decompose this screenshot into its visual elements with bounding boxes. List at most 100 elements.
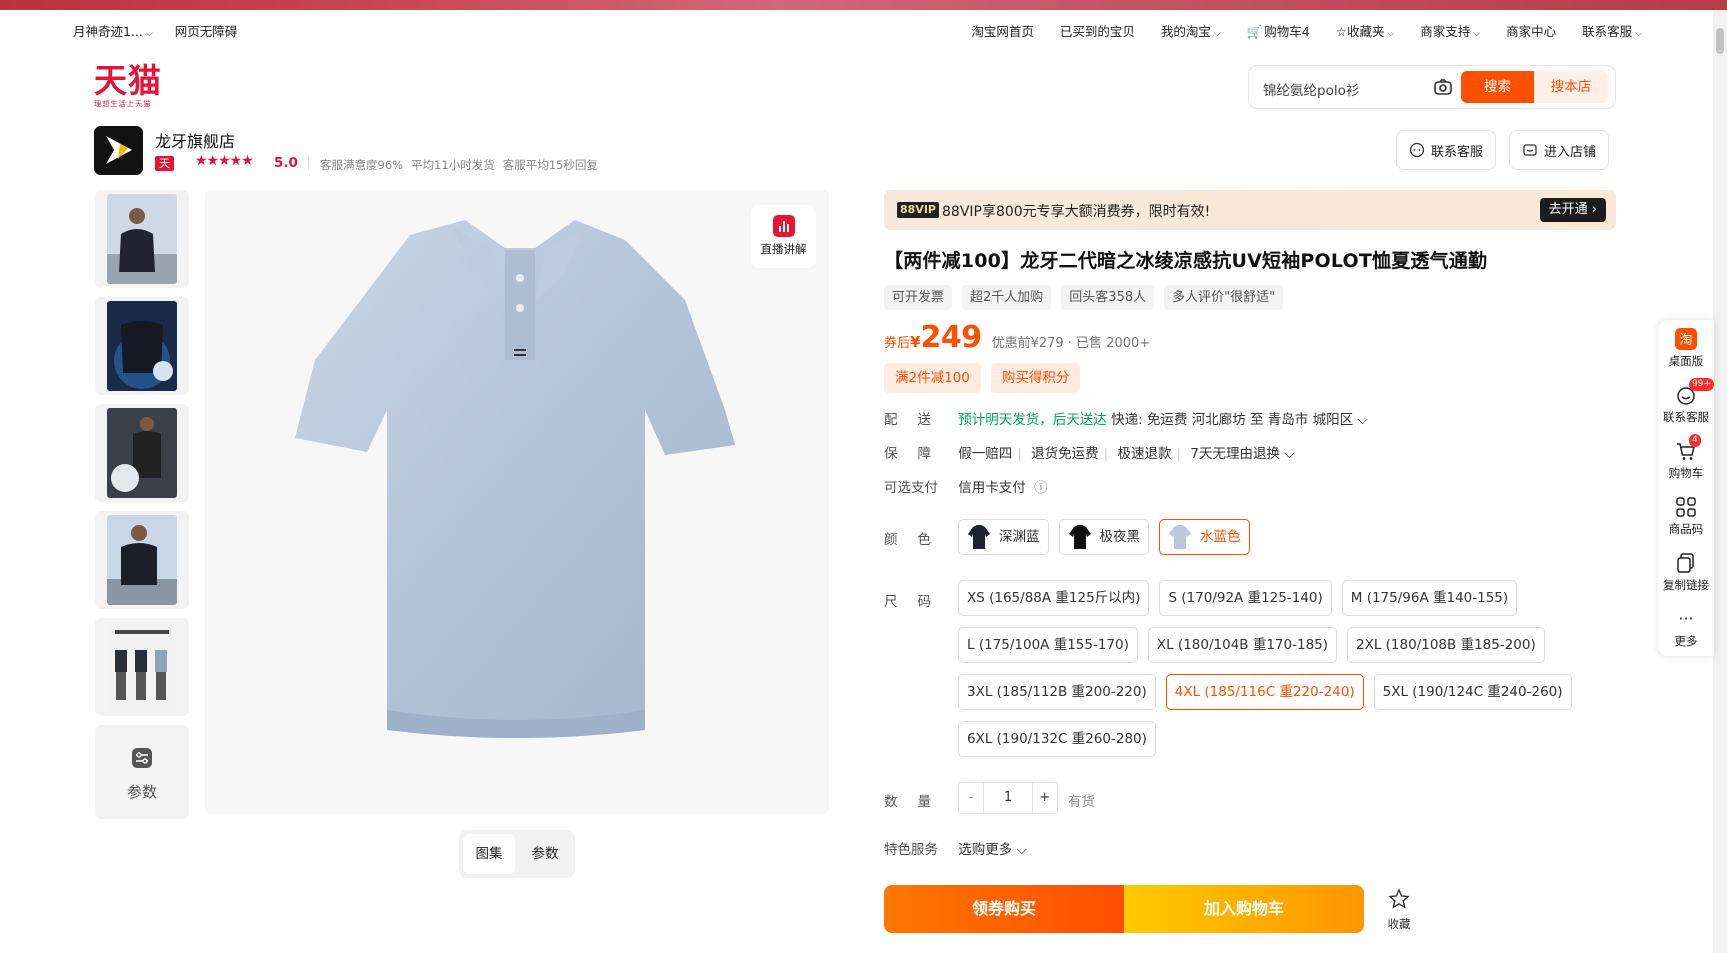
delivery-label: 配送	[884, 412, 951, 428]
size-option[interactable]: L (175/100A 重155-170)	[958, 627, 1138, 663]
cart-badge: 4	[1689, 434, 1701, 447]
color-options: 深渊蓝 极夜黑 水蓝色	[958, 519, 1250, 555]
shop-avatar[interactable]	[94, 126, 143, 175]
customer-service-menu[interactable]: 联系客服 ⌵	[1582, 21, 1642, 40]
tab-params[interactable]: 参数	[519, 834, 571, 874]
search-button[interactable]: 搜索	[1461, 71, 1534, 103]
taobao-home-link[interactable]: 淘宝网首页	[971, 21, 1034, 40]
tag-added-to-cart: 超2千人加购	[962, 285, 1052, 310]
quantity-input[interactable]: 1	[983, 783, 1033, 813]
stock-status: 有货	[1068, 794, 1095, 810]
sidebar-cart[interactable]: 4 购物车	[1658, 434, 1714, 481]
taobao-icon: 淘	[1675, 328, 1697, 350]
purchase-actions: 领券购买 加入购物车	[884, 885, 1364, 933]
tmall-badge: 天猫	[155, 156, 174, 185]
params-button[interactable]: 参数	[95, 725, 189, 819]
scrollbar-thumb[interactable]	[1716, 28, 1724, 54]
delivery-detail[interactable]: 快递: 免运费 河北廊坊 至 青岛市 城阳区 ⌵	[1111, 412, 1368, 428]
tab-gallery[interactable]: 图集	[463, 834, 515, 874]
favorite-button[interactable]: 收藏	[1384, 888, 1414, 932]
search-input[interactable]: 锦纶氨纶polo衫	[1263, 79, 1359, 99]
shop-icon	[1523, 144, 1537, 156]
star-icon	[1388, 888, 1410, 909]
thumbnail-list: 参数	[95, 190, 189, 828]
sliders-icon	[132, 748, 152, 768]
chevron-down-icon: ⌵	[1473, 29, 1481, 39]
quantity-increase-button[interactable]: +	[1033, 783, 1057, 813]
quantity-label: 数量	[884, 794, 951, 810]
payment-row: 可选支付 信用卡支付 ⓘ	[884, 476, 1048, 496]
purchased-link[interactable]: 已买到的宝贝	[1060, 21, 1135, 40]
cart-link[interactable]: 🛒 购物车4	[1247, 21, 1310, 40]
thumbnail-4[interactable]	[95, 511, 189, 609]
chevron-down-icon: ⌵	[145, 29, 153, 39]
live-icon	[772, 215, 795, 237]
color-option[interactable]: 极夜黑	[1058, 519, 1149, 555]
vip-activate-button[interactable]: 去开通 ›	[1539, 198, 1606, 222]
size-options-row-3: 3XL (185/112B 重200-220) 4XL (185/116C 重2…	[958, 674, 1572, 710]
size-option-selected[interactable]: 4XL (185/116C 重220-240)	[1165, 674, 1364, 710]
tag-repeat-buyers[interactable]: 回头客358人	[1061, 285, 1155, 310]
size-option[interactable]: 3XL (185/112B 重200-220)	[958, 674, 1156, 710]
accessibility-link[interactable]: 网页无障碍	[175, 21, 238, 40]
shirt-swatch-icon	[1169, 525, 1191, 549]
size-option[interactable]: 5XL (190/124C 重240-260)	[1373, 674, 1572, 710]
thumbnail-5[interactable]	[95, 618, 189, 716]
quantity-stepper: - 1 +	[958, 782, 1058, 814]
size-option[interactable]: 2XL (180/108B 重185-200)	[1347, 627, 1545, 663]
size-options-row-4: 6XL (190/132C 重260-280)	[958, 721, 1156, 757]
sidebar-copy-link[interactable]: 复制链接	[1658, 552, 1714, 593]
sidebar-customer-service[interactable]: 99+ 联系客服	[1658, 378, 1714, 425]
info-icon[interactable]: ⓘ	[1034, 480, 1048, 496]
shirt-swatch-icon	[968, 525, 990, 549]
main-product-image[interactable]	[205, 190, 829, 814]
delivery-row: 配送 预计明天发货，后天送达 快递: 免运费 河北廊坊 至 青岛市 城阳区 ⌵	[884, 408, 1368, 428]
guarantee-more[interactable]: 7天无理由退换 ⌵	[1190, 446, 1294, 462]
color-option[interactable]: 深渊蓝	[958, 519, 1049, 555]
tag-reviews[interactable]: 多人评价"很舒适"	[1164, 285, 1284, 310]
sidebar-product-code[interactable]: 商品码	[1658, 496, 1714, 537]
thumbnail-3[interactable]	[95, 404, 189, 502]
sidebar-more[interactable]: ··· 更多	[1658, 608, 1714, 649]
size-option[interactable]: 6XL (190/132C 重260-280)	[958, 721, 1156, 757]
live-explain-button[interactable]: 直播讲解	[751, 205, 816, 268]
size-option[interactable]: M (175/96A 重140-155)	[1341, 580, 1518, 616]
chevron-down-icon: ⌵	[1213, 29, 1221, 39]
camera-icon[interactable]	[1433, 77, 1453, 97]
size-option[interactable]: S (170/92A 重125-140)	[1159, 580, 1332, 616]
service-more[interactable]: 选购更多 ⌵	[958, 842, 1027, 858]
search-shop-button[interactable]: 搜本店	[1534, 71, 1608, 103]
size-option[interactable]: XL (180/104B 重170-185)	[1147, 627, 1338, 663]
star-icon: ☆	[1335, 24, 1347, 39]
my-taobao-menu[interactable]: 我的淘宝 ⌵	[1161, 21, 1221, 40]
promo-discount[interactable]: 满2件减100	[884, 363, 981, 393]
gallery-tabs: 图集 参数	[459, 830, 575, 878]
add-to-cart-button[interactable]: 加入购物车	[1124, 885, 1364, 933]
user-nickname-menu[interactable]: 月神奇迹1... ⌵	[73, 21, 153, 40]
browser-top-strip	[0, 0, 1727, 10]
size-option[interactable]: XS (165/88A 重125斤以内)	[958, 580, 1150, 616]
thumbnail-2[interactable]	[95, 297, 189, 395]
thumbnail-1[interactable]	[95, 190, 189, 288]
enter-shop-button[interactable]: 进入店铺	[1509, 130, 1610, 170]
cart-icon: 4	[1675, 434, 1701, 462]
price-prefix: 券后	[884, 336, 911, 351]
product-tags: 可开发票 超2千人加购 回头客358人 多人评价"很舒适"	[884, 285, 1284, 310]
price-block: 券后 ¥ 249 优惠前¥279 · 已售 2000+	[884, 320, 1150, 355]
page-scrollbar[interactable]	[1713, 10, 1727, 953]
shop-name[interactable]: 龙牙旗舰店	[155, 128, 235, 152]
tmall-logo[interactable]: 天猫 理想生活上天猫	[94, 64, 162, 109]
buy-with-coupon-button[interactable]: 领券购买	[884, 885, 1124, 933]
sidebar-desktop-version[interactable]: 淘 桌面版	[1658, 328, 1714, 369]
promo-points[interactable]: 购买得积分	[990, 363, 1081, 393]
quantity-label-row: 数量	[884, 790, 954, 810]
size-label: 尺码	[884, 594, 951, 610]
merchant-support-menu[interactable]: 商家支持 ⌵	[1420, 21, 1480, 40]
divider	[308, 156, 309, 170]
color-option-selected[interactable]: 水蓝色	[1159, 519, 1250, 555]
contact-service-button[interactable]: 联系客服	[1396, 130, 1497, 170]
favorites-menu[interactable]: ☆收藏夹 ⌵	[1336, 21, 1395, 40]
quantity-decrease-button[interactable]: -	[959, 783, 983, 813]
chevron-down-icon: ⌵	[1635, 29, 1642, 39]
merchant-center-link[interactable]: 商家中心	[1506, 21, 1556, 40]
